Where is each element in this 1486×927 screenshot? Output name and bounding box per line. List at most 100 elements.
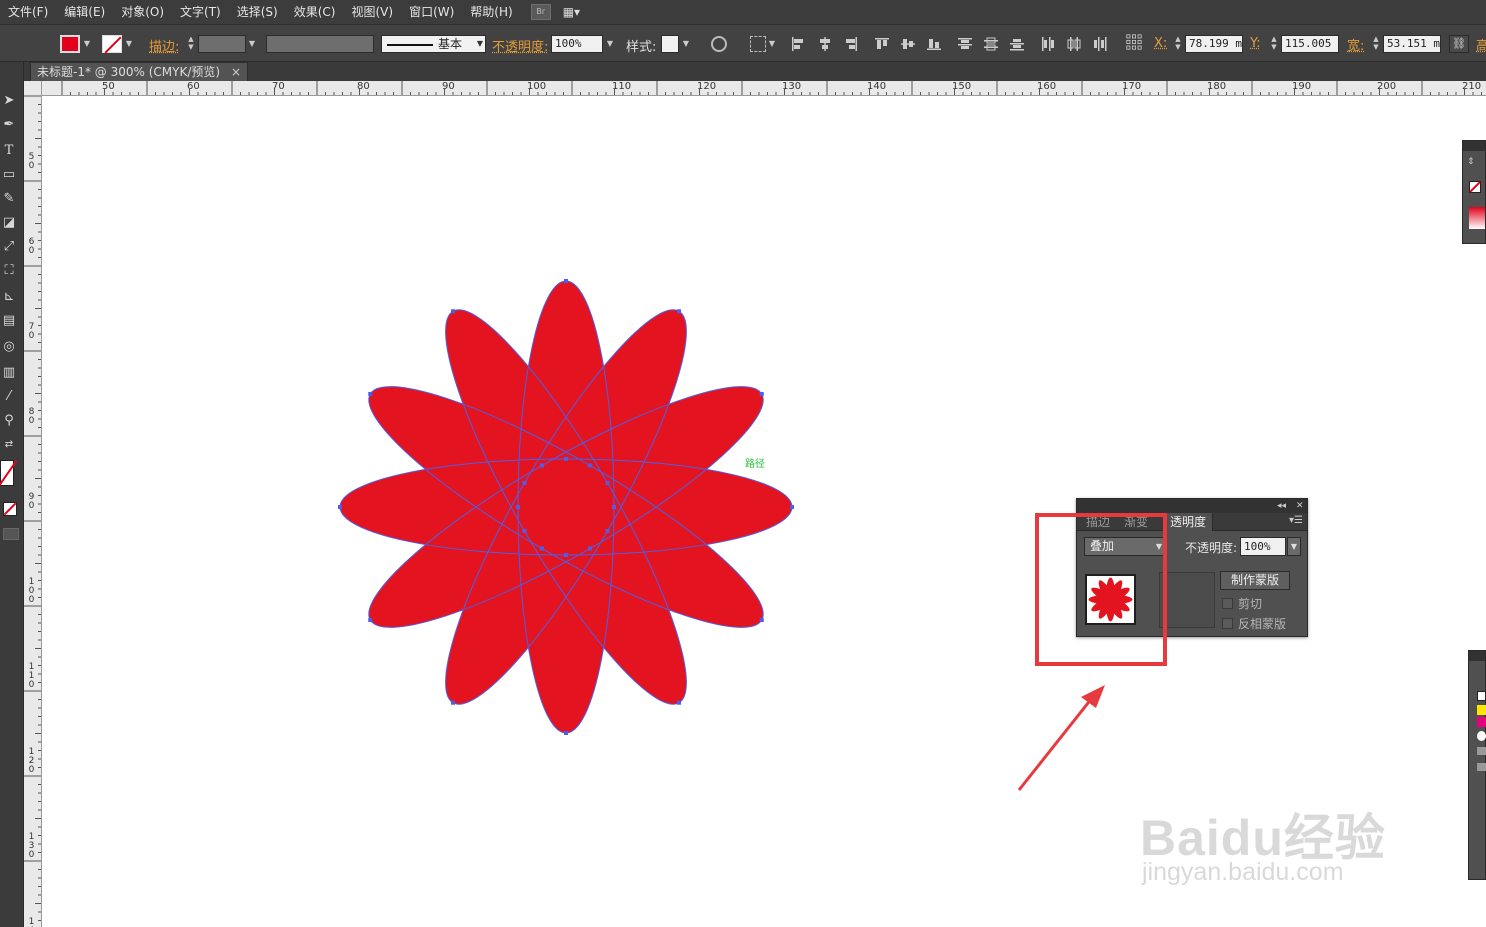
invert-mask-checkbox[interactable] [1222,617,1233,629]
anchor-point[interactable] [605,481,610,485]
panel-opacity-field[interactable]: 100% [1240,537,1286,556]
panel-titlebar[interactable]: ◂◂ ✕ [1077,499,1307,513]
none-swatch-icon[interactable] [1469,181,1481,193]
width-stepper[interactable]: ▲ ▼ [1371,35,1381,53]
document-tab[interactable]: 未标题-1* @ 300% (CMYK/预览) × [30,62,248,82]
anchor-point[interactable] [677,700,681,705]
color-panel-collapsed[interactable]: ⇕ [1462,140,1486,244]
anchor-point[interactable] [368,392,373,396]
graph-tool-icon[interactable]: ▥ [0,364,18,382]
anchor-point[interactable] [759,392,764,396]
width-label[interactable]: 宽: [1347,35,1364,54]
menu-effect[interactable]: 效果(C) [286,0,344,24]
bridge-button[interactable]: Br [530,4,551,20]
anchor-point[interactable] [612,505,616,509]
screen-mode-icon[interactable] [3,528,19,540]
stroke-dropdown-icon[interactable]: ▼ [124,37,134,51]
menu-type[interactable]: 文字(T) [172,0,229,24]
fill-stroke-indicator-icon[interactable] [0,460,18,486]
anchor-point[interactable] [588,546,592,551]
swatch-white[interactable] [1477,731,1486,741]
align-to-selection-icon[interactable] [750,36,766,52]
x-label[interactable]: X: [1154,36,1167,51]
width-field[interactable]: 53.151 m [1383,35,1441,53]
opacity-label[interactable]: 不透明度: [492,36,548,55]
anchor-point[interactable] [516,505,520,509]
make-mask-button[interactable]: 制作蒙版 [1220,571,1290,590]
scale-tool-icon[interactable]: ⤢ [0,238,18,256]
swatches-panel-collapsed[interactable] [1468,650,1486,880]
menu-file[interactable]: 文件(F) [0,0,56,24]
distribute-right-icon[interactable] [1092,36,1108,52]
x-field[interactable]: 78.199 m [1185,35,1243,53]
swatch-magenta[interactable] [1477,717,1486,727]
height-label[interactable]: 高 [1476,35,1486,54]
menu-edit[interactable]: 编辑(E) [56,0,113,24]
blend-tool-icon[interactable]: ◎ [0,338,18,356]
horizontal-ruler[interactable]: 50 60 70 80 90 100 110 120 130 140 150 160 170 180 190… [42,81,1486,96]
swatch-folder-icon[interactable] [1477,763,1486,771]
y-stepper[interactable]: ▲ ▼ [1269,35,1279,53]
invert-mask-option[interactable]: 反相蒙版 [1222,615,1286,631]
free-transform-tool-icon[interactable]: ⛶ [0,262,18,280]
variable-width-profile[interactable] [266,35,374,53]
anchor-point[interactable] [588,463,592,468]
swap-fill-stroke-icon[interactable]: ⇄ [0,436,18,454]
anchor-point[interactable] [451,700,455,705]
eyedropper-tool-icon[interactable]: ⁄ [0,388,18,406]
distribute-vertical-center-icon[interactable] [983,36,999,52]
selection-tool-icon[interactable]: ➤ [0,92,18,110]
panel-menu-icon[interactable]: ▾☰ [1289,515,1303,526]
align-right-icon[interactable] [843,36,859,52]
opacity-mask-slot[interactable] [1159,572,1215,628]
clip-option[interactable]: 剪切 [1222,595,1262,611]
none-color-icon[interactable] [3,502,17,516]
stroke-weight-label[interactable]: 描边: [149,36,179,55]
menu-select[interactable]: 选择(S) [229,0,286,24]
align-left-icon[interactable] [790,36,806,52]
style-dropdown-icon[interactable]: ▼ [681,37,691,51]
pen-tool-icon[interactable]: ✒ [0,116,18,134]
anchor-point[interactable] [540,546,544,551]
collapse-panel-icon[interactable]: ◂◂ [1277,499,1286,513]
anchor-point[interactable] [564,279,568,283]
panel-opacity-dropdown-icon[interactable]: ▼ [1287,537,1301,556]
menu-view[interactable]: 视图(V) [343,0,401,24]
menu-object[interactable]: 对象(O) [113,0,172,24]
workspace-layout-icon[interactable]: ▦▾ [563,4,589,20]
anchor-point[interactable] [338,505,342,509]
gradient-tool-icon[interactable]: ▤ [0,312,18,330]
anchor-point[interactable] [368,618,373,622]
align-vertical-center-icon[interactable] [900,36,916,52]
align-bottom-icon[interactable] [926,36,942,52]
rectangle-tool-icon[interactable]: ▭ [0,166,18,184]
graphic-style-swatch[interactable] [661,35,679,53]
fill-color-swatch[interactable] [60,35,80,53]
anchor-point[interactable] [790,505,794,509]
pencil-tool-icon[interactable]: ✎ [0,190,18,208]
swatch-none[interactable] [1477,691,1486,701]
y-field[interactable]: 115.005 m [1281,35,1339,53]
fill-dropdown-icon[interactable]: ▼ [82,37,92,51]
brush-definition-select[interactable]: 基本 ▼ [381,35,486,53]
anchor-point[interactable] [522,481,527,485]
anchor-point[interactable] [522,529,527,533]
distribute-bottom-icon[interactable] [1009,36,1025,52]
opacity-field[interactable]: 100% [551,35,603,53]
eraser-tool-icon[interactable]: ◪ [0,214,18,232]
zoom-tool-icon[interactable]: ⚲ [0,412,18,430]
stroke-color-swatch[interactable] [102,35,122,53]
distribute-top-icon[interactable] [957,36,973,52]
distribute-left-icon[interactable] [1040,36,1056,52]
menu-help[interactable]: 帮助(H) [462,0,520,24]
distribute-horizontal-center-icon[interactable] [1066,36,1082,52]
tab-transparency[interactable]: 透明度 [1163,513,1214,531]
anchor-point[interactable] [564,553,568,557]
anchor-point[interactable] [540,463,544,468]
vertical-ruler[interactable]: 50 60 70 80 90 100 110 120 130 14 [24,81,42,927]
clip-checkbox[interactable] [1222,597,1233,609]
shape-builder-tool-icon[interactable]: ⊾ [0,288,18,306]
swatch-yellow[interactable] [1477,705,1486,715]
anchor-point[interactable] [451,309,455,314]
y-label[interactable]: Y: [1250,36,1261,51]
